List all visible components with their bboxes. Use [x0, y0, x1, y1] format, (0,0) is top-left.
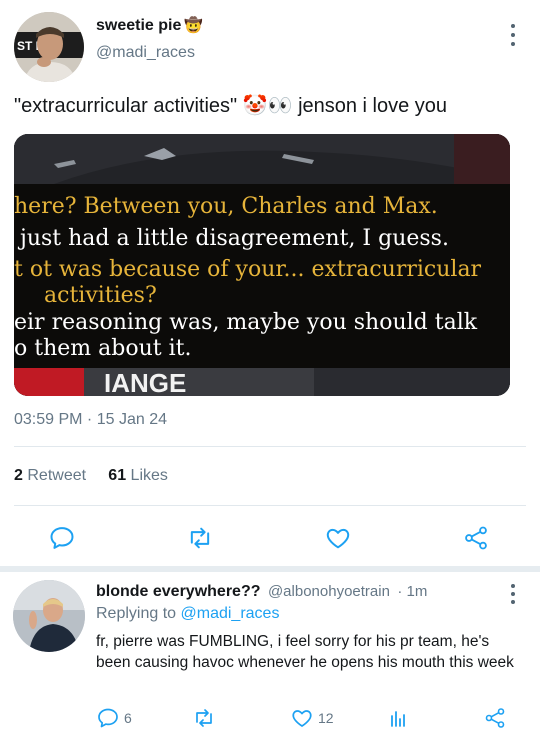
divider — [14, 446, 526, 447]
reply-share-button[interactable] — [483, 706, 507, 730]
reply-analytics-button[interactable] — [386, 706, 410, 730]
reply-handle: @albonohyoetrain — [267, 583, 390, 600]
like-icon — [326, 528, 350, 549]
author-handle[interactable]: @madi_races — [96, 44, 195, 62]
reply-count: 6 — [124, 710, 132, 726]
reply-more-options-icon[interactable] — [510, 584, 516, 604]
author-display-name[interactable]: sweetie pie 🤠 — [96, 16, 203, 35]
analytics-icon — [391, 711, 405, 727]
tweet-text: "extracurricular activities" 🤡👀 jenson i… — [14, 95, 448, 117]
display-name-text: sweetie pie — [96, 17, 182, 34]
replying-to-link[interactable]: @madi_races — [181, 605, 280, 622]
likes-stat[interactable]: 61 Likes — [108, 467, 168, 484]
retweet-button[interactable] — [186, 524, 216, 554]
reply-retweet-button[interactable] — [192, 706, 216, 730]
reply-text: fr, pierre was FUMBLING, i feel sorry fo… — [96, 633, 514, 671]
avatar-image: ST BA — [14, 12, 84, 82]
author-avatar[interactable]: ST BA — [14, 12, 84, 82]
share-icon — [485, 708, 505, 728]
reply-author-line[interactable]: blonde everywhere?? @albonohyoetrain · 1… — [96, 583, 427, 601]
reply-button[interactable] — [48, 524, 78, 554]
cowboy-emoji-icon: 🤠 — [184, 17, 204, 34]
replying-to-line: Replying to @madi_races — [96, 605, 279, 623]
share-button[interactable] — [462, 524, 492, 554]
subtitle-box: here? Between you, Charles and Max. just… — [14, 184, 510, 396]
reply-icon — [98, 708, 118, 728]
divider — [14, 505, 526, 506]
subtitle-line: t ot was because of your... extracurricu… — [14, 257, 482, 282]
like-count: 12 — [318, 710, 334, 726]
media-top-region — [14, 134, 510, 184]
subtitle-line: o them about it. — [14, 336, 192, 361]
more-options-icon[interactable] — [510, 24, 516, 46]
retweet-icon — [196, 709, 212, 727]
section-divider — [0, 566, 540, 572]
tweet-media-image[interactable]: here? Between you, Charles and Max. just… — [14, 134, 510, 396]
media-bottom-region: IANGE — [14, 368, 510, 396]
share-icon — [465, 526, 487, 550]
media-banner-text: IANGE — [104, 368, 186, 396]
reply-like-button[interactable]: 12 — [290, 706, 334, 730]
like-button[interactable] — [324, 524, 354, 554]
reply-icon — [50, 527, 74, 549]
subtitle-line: eir reasoning was, maybe you should talk — [14, 310, 478, 335]
retweet-icon — [190, 527, 210, 549]
retweet-stat[interactable]: 2 Retweet — [14, 467, 86, 484]
subtitle-line: here? Between you, Charles and Max. — [14, 194, 438, 219]
reply-avatar-image — [13, 580, 85, 652]
like-icon — [292, 710, 312, 727]
subtitle-line: activities? — [44, 283, 157, 308]
reply-time: · 1m — [397, 583, 428, 600]
reply-reply-button[interactable]: 6 — [96, 706, 132, 730]
reply-display-name: blonde everywhere?? — [96, 583, 261, 600]
subtitle-line: just had a little disagreement, I guess. — [20, 226, 449, 251]
replying-label: Replying to — [96, 605, 177, 622]
tweet-stats: 2 Retweet 61 Likes — [14, 467, 168, 485]
reply-author-avatar[interactable] — [13, 580, 85, 652]
tweet-timestamp[interactable]: 03:59 PM · 15 Jan 24 — [14, 411, 167, 429]
